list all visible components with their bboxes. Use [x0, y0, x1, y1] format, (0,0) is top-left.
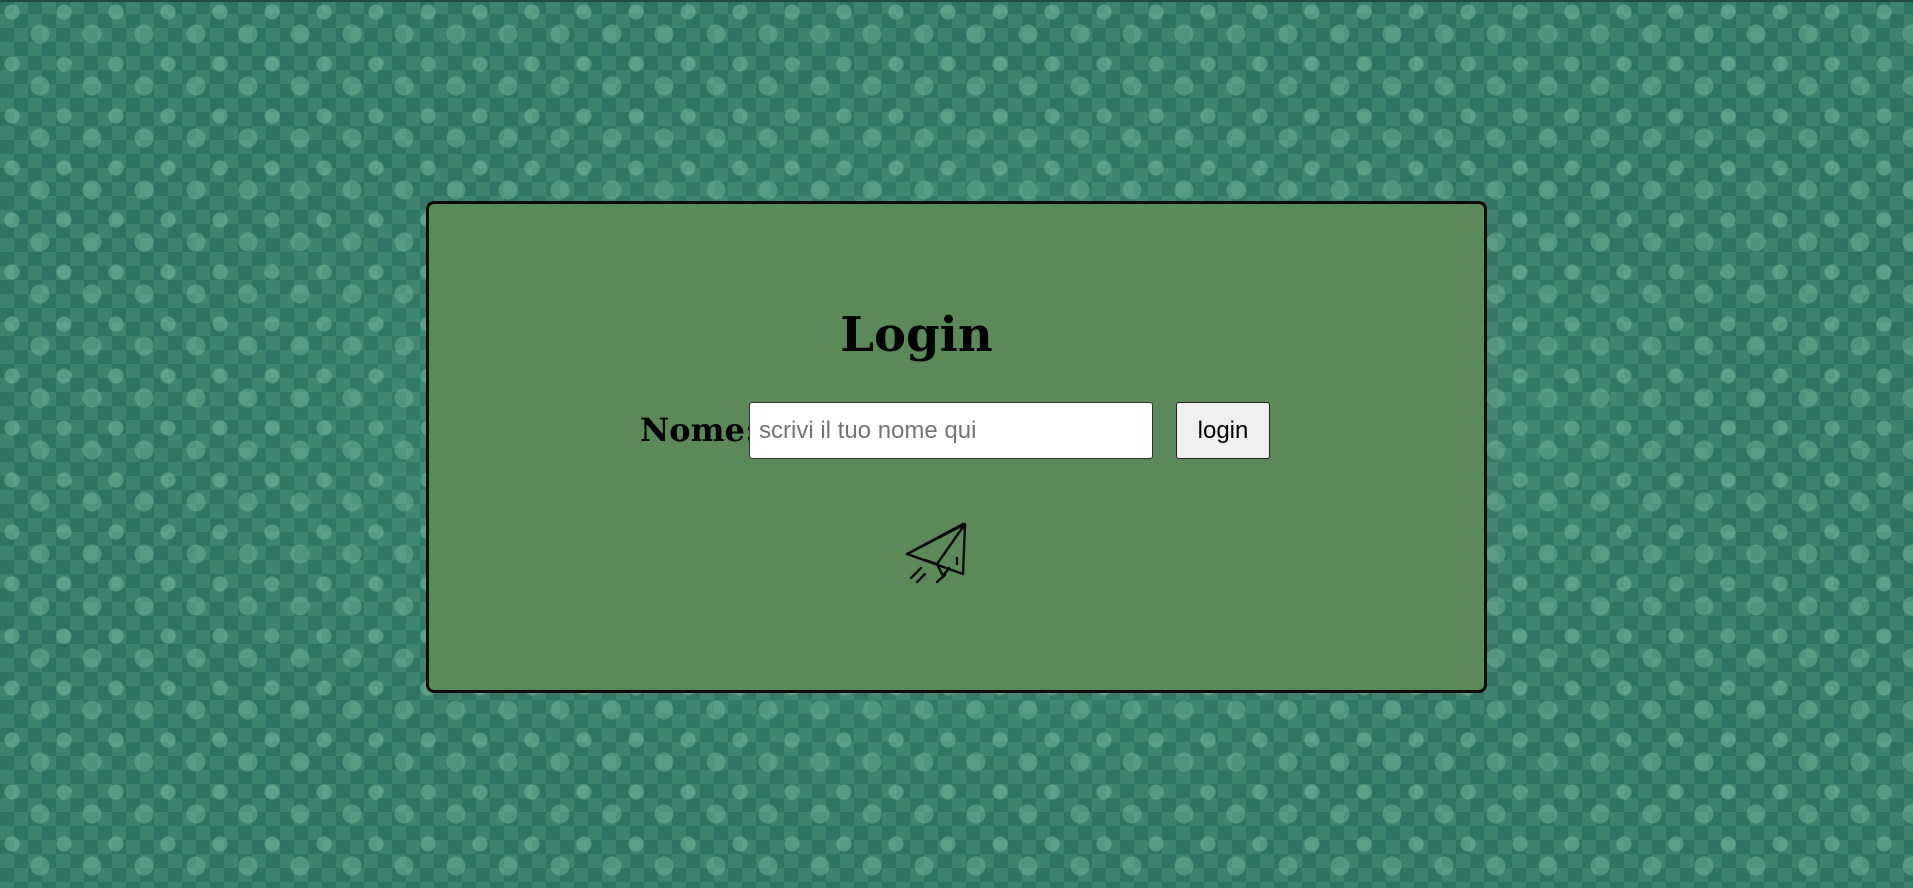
name-label: Nome:	[640, 411, 757, 449]
login-title: Login	[429, 307, 1490, 363]
login-form-row: Nome: login	[429, 401, 1490, 461]
login-title-text: Login	[840, 307, 993, 363]
paper-plane-icon	[905, 522, 967, 584]
name-input[interactable]	[749, 402, 1153, 459]
login-card: Login Nome: login	[426, 201, 1487, 693]
login-button[interactable]: login	[1176, 402, 1270, 459]
top-border	[0, 0, 1913, 2]
